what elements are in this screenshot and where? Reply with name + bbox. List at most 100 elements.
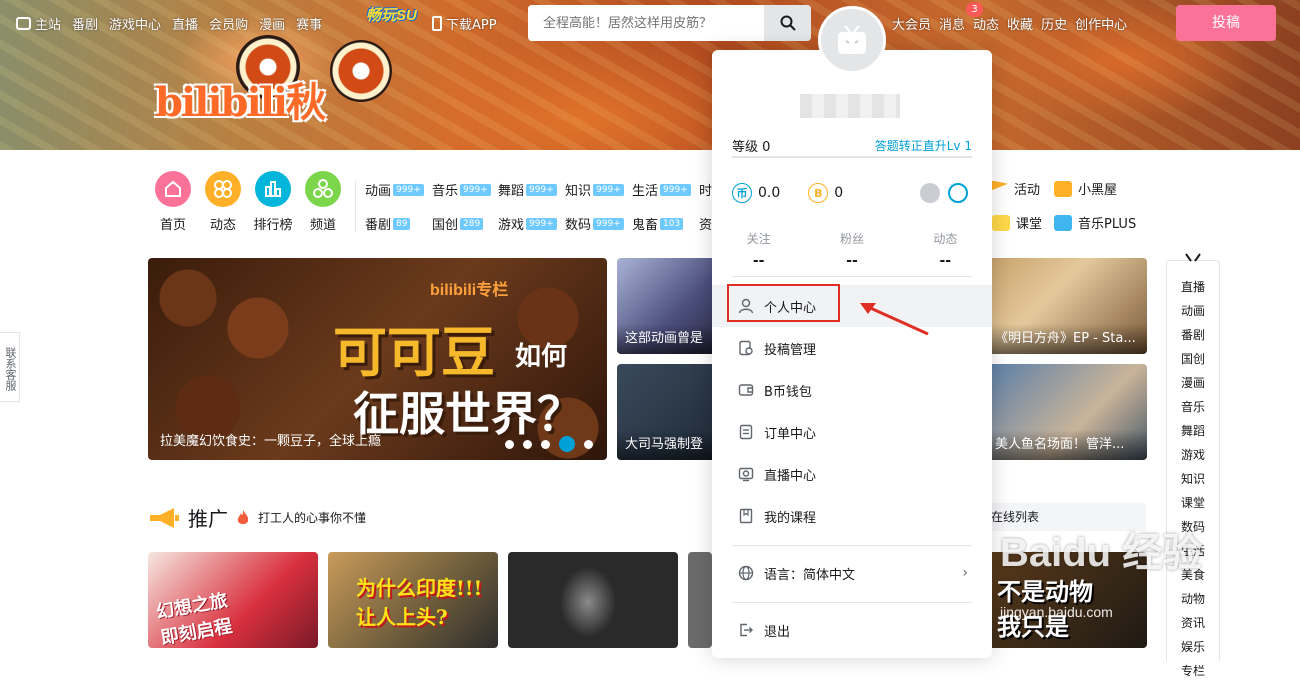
sidebar-item[interactable]: 资讯 [1167,611,1219,635]
category-activity[interactable]: 活动 [992,179,1040,198]
featured-carousel[interactable]: bilibili专栏 可可豆 如何 征服世界？ 拉美魔幻饮食史：一颗豆子，全球上… [148,258,607,460]
nav-left: 主站 番剧 游戏中心 直播 会员购 漫画 赛事 [16,14,322,33]
changwan-logo[interactable]: 畅玩SU [366,4,417,25]
category-dance[interactable]: 舞蹈 999+ [498,180,557,199]
message-count-badge: 3 [966,2,983,17]
nav-main-site[interactable]: 主站 [16,14,61,33]
quick-channel-label[interactable]: 频道 [298,214,348,233]
sidebar-item[interactable]: 舞蹈 [1167,419,1219,443]
category-class[interactable]: 课堂 [992,213,1042,232]
sidebar-item[interactable]: 课堂 [1167,491,1219,515]
menu-live-center[interactable]: 直播中心 [712,453,992,495]
sidebar-item[interactable]: 游戏 [1167,443,1219,467]
carousel-title[interactable]: 拉美魔幻饮食史：一颗豆子，全球上瘾 [160,430,381,449]
carousel-dot-active[interactable] [559,436,575,452]
category-knowledge[interactable]: 知识 999+ [565,180,624,199]
carousel-dots [505,436,593,452]
nav-esports[interactable]: 赛事 [296,14,322,33]
nav-game-center[interactable]: 游戏中心 [109,14,161,33]
nav-messages[interactable]: 消息 [939,14,965,33]
nav-live[interactable]: 直播 [172,14,198,33]
b-coin-icon: B [808,183,829,203]
home-icon[interactable] [155,171,191,207]
bilibili-logo[interactable]: bilibili秋 [155,70,326,128]
top-nav: 主站 番剧 游戏中心 直播 会员购 漫画 赛事 畅玩SU 下载APP 大会员 消… [0,0,1300,46]
category-music-plus[interactable]: 音乐PLUS [1054,213,1136,232]
promo-video[interactable]: 为什么印度!!! 让人上头? [328,552,498,648]
carousel-dot[interactable] [523,439,532,449]
menu-wallet[interactable]: B币钱包 [712,369,992,411]
promo-video[interactable]: 幻想之旅 即刻启程 [148,552,318,648]
promo-video-title: 为什么印度!!! 让人上头? [356,576,483,629]
video-thumb[interactable]: 《明日方舟》EP - Sta... [987,258,1147,354]
video-thumb[interactable]: 美人鱼名场面！管洋... [987,364,1147,460]
category-anime[interactable]: 动画 999+ [365,180,424,199]
menu-upload-manage[interactable]: 投稿管理 [712,327,992,369]
nav-mall[interactable]: 会员购 [209,14,248,33]
menu-my-courses[interactable]: 我的课程 [712,495,992,537]
menu-logout[interactable]: 退出 [712,609,992,651]
search-button[interactable] [764,5,811,41]
carousel-dot[interactable] [505,439,514,449]
nav-favorites[interactable]: 收藏 [1007,14,1033,33]
stat-followers[interactable]: 粉丝 -- [805,230,898,269]
category-info[interactable]: 资 [699,214,712,233]
video-thumb[interactable]: 大司马强制登 [617,364,717,460]
sidebar-item[interactable]: 国创 [1167,347,1219,371]
sidebar-item[interactable]: 娱乐 [1167,635,1219,659]
pinwheel-icon[interactable] [205,171,241,207]
upload-button[interactable]: 投稿 [1176,5,1276,41]
sidebar-item[interactable]: 专栏 [1167,659,1219,683]
music-plus-icon [1054,214,1072,231]
promo-video[interactable] [688,552,712,648]
category-music[interactable]: 音乐 999+ [432,180,491,199]
category-digital[interactable]: 数码 999+ [565,214,624,233]
sidebar-item[interactable]: 直播 [1167,275,1219,299]
category-fashion[interactable]: 时 [699,180,712,199]
nav-vip[interactable]: 大会员 [892,14,931,33]
search-input[interactable] [528,5,764,41]
video-caption: 《明日方舟》EP - Sta... [987,324,1147,354]
quick-dynamic-label[interactable]: 动态 [198,214,248,233]
quick-ranking-label[interactable]: 排行榜 [248,214,298,233]
menu-language[interactable]: 语言：简体中文 › [712,552,992,594]
divider [732,545,972,546]
quick-home-label[interactable]: 首页 [148,214,198,233]
nav-download-app[interactable]: 下载APP [432,14,497,33]
carousel-dot[interactable] [541,439,550,449]
category-blackroom[interactable]: 小黑屋 [1054,179,1117,198]
sidebar-item[interactable]: 动物 [1167,587,1219,611]
category-life[interactable]: 生活 999+ [632,180,691,199]
nav-bangumi[interactable]: 番剧 [72,14,98,33]
avatar[interactable] [818,6,886,74]
stat-following[interactable]: 关注 -- [712,230,805,269]
menu-order-center[interactable]: 订单中心 [712,411,992,453]
nav-manga[interactable]: 漫画 [259,14,285,33]
category-game[interactable]: 游戏 999+ [498,214,557,233]
ranking-icon[interactable] [255,171,291,207]
channel-icon[interactable] [305,171,341,207]
sidebar-item[interactable]: 知识 [1167,467,1219,491]
promo-subtitle[interactable]: 打工人的心事你不懂 [258,509,366,526]
sidebar-item[interactable]: 番剧 [1167,323,1219,347]
sidebar-item[interactable]: 音乐 [1167,395,1219,419]
nav-history[interactable]: 历史 [1041,14,1067,33]
level-progress-bar [732,156,972,158]
stat-dynamics[interactable]: 动态 -- [899,230,992,269]
category-kichiku[interactable]: 鬼畜 103 [632,214,684,233]
sidebar-item[interactable]: 漫画 [1167,371,1219,395]
email-verify-icon[interactable] [920,183,940,203]
nav-creator-center[interactable]: 创作中心 [1075,14,1127,33]
banner-eye-right [330,40,392,102]
carousel-dot[interactable] [584,439,593,449]
promo-video[interactable] [508,552,678,648]
video-thumb[interactable]: 这部动画曾是 [617,258,717,354]
category-guochuang[interactable]: 国创 289 [432,214,484,233]
sidebar-item[interactable]: 动画 [1167,299,1219,323]
level-upgrade-link[interactable]: 答题转正直升Lv 1 [875,137,972,154]
customer-service-tab[interactable]: 联系客服 [0,332,20,402]
category-bangumi[interactable]: 番剧 89 [365,214,411,233]
coin-row: 币 0.0 B 0 [732,183,843,203]
wallet-icon [738,382,754,398]
phone-verify-icon[interactable] [948,183,968,203]
